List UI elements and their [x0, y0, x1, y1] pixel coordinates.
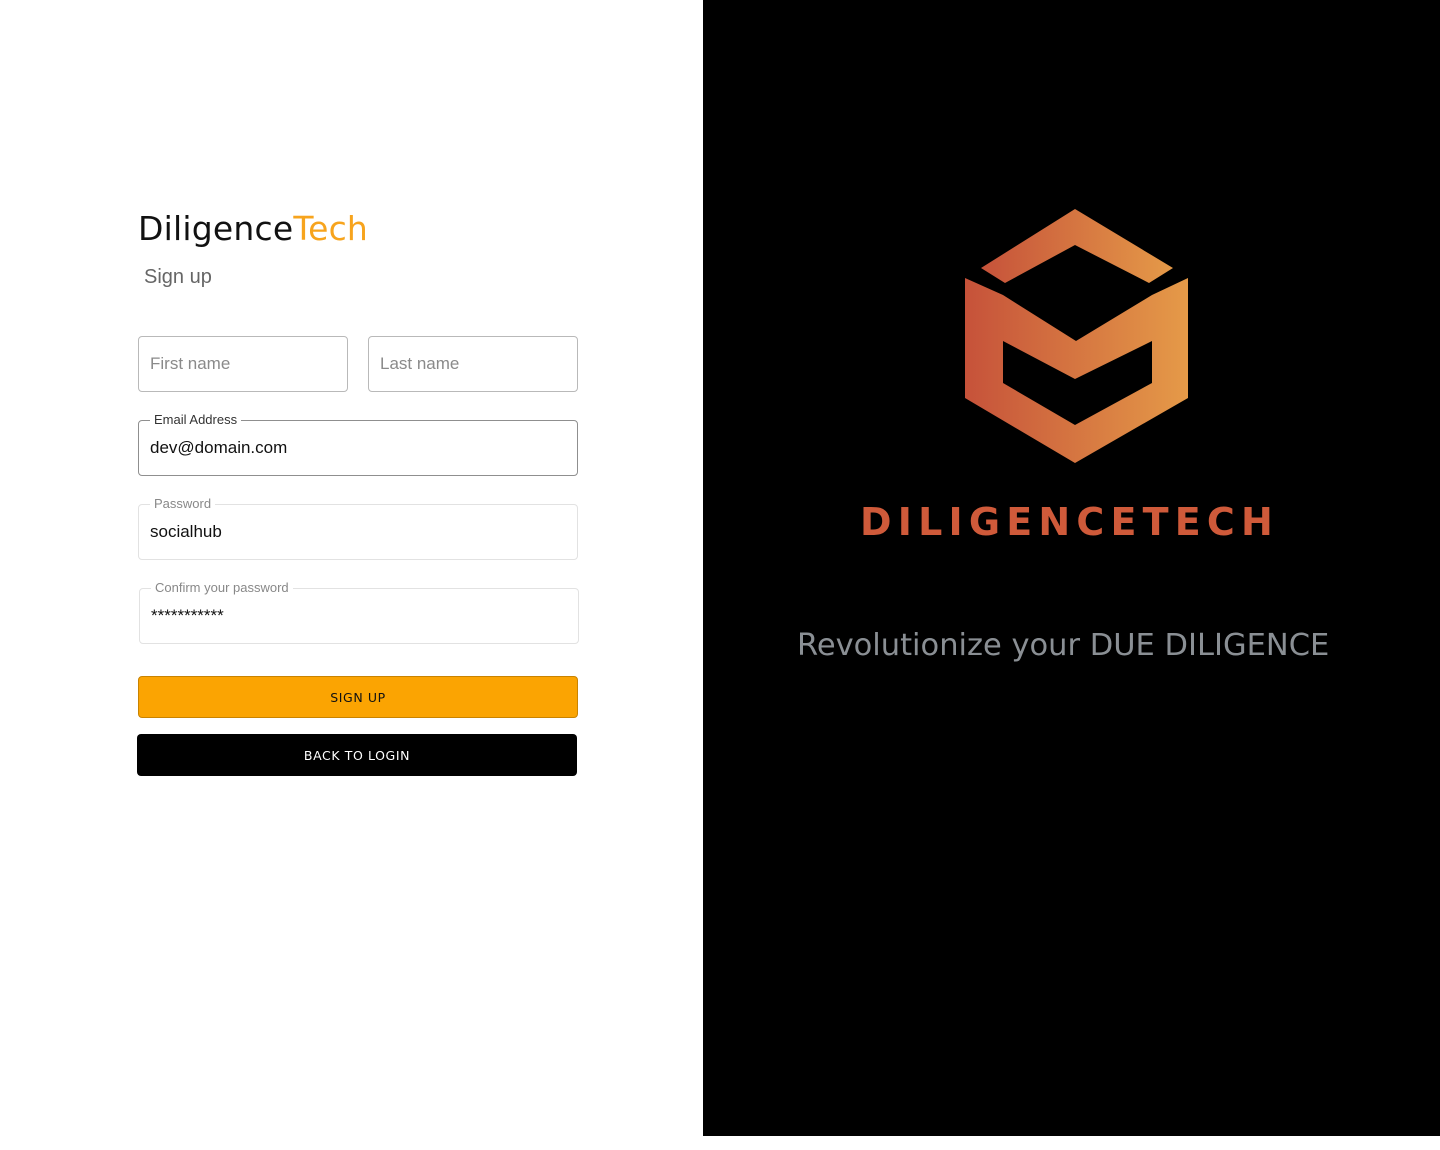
password-input[interactable]	[150, 505, 566, 559]
brand-logo-text: DiligenceTech	[138, 208, 368, 250]
confirm-password-field[interactable]: Confirm your password	[139, 580, 579, 644]
password-field[interactable]: Password	[138, 496, 578, 560]
brand-name-main: Diligence	[138, 209, 294, 248]
email-field[interactable]: Email Address	[138, 412, 578, 476]
brand-name-accent: Tech	[293, 209, 369, 248]
back-to-login-button[interactable]: BACK TO LOGIN	[137, 734, 577, 776]
first-name-field[interactable]	[138, 336, 348, 392]
diligencetech-cube-logo-icon	[965, 209, 1188, 463]
hero-logo-wordmark: DILIGENCETECH	[860, 500, 1280, 544]
last-name-input[interactable]	[380, 337, 566, 391]
sign-up-button[interactable]: SIGN UP	[138, 676, 578, 718]
first-name-input[interactable]	[150, 337, 336, 391]
hero-tagline: Revolutionize your DUE DILIGENCE	[797, 628, 1330, 663]
email-input[interactable]	[150, 421, 566, 475]
hero-panel	[703, 0, 1440, 1136]
page-title: Sign up	[144, 266, 212, 288]
last-name-field[interactable]	[368, 336, 578, 392]
confirm-password-input[interactable]	[151, 589, 567, 643]
signup-panel: DiligenceTech Sign up Email Address Pass…	[0, 0, 703, 1150]
